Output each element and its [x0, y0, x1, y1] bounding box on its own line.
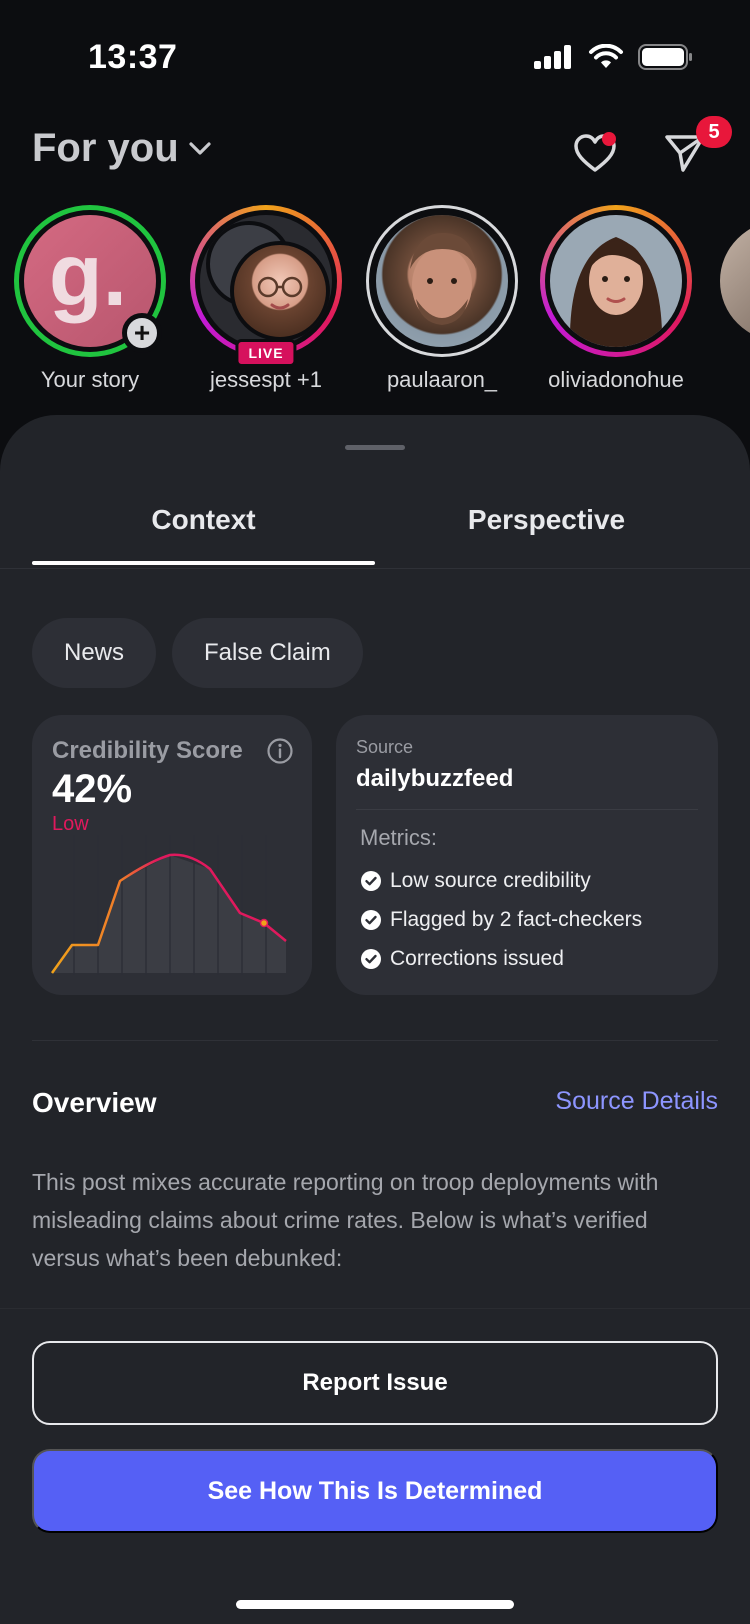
- glasses-icon: [257, 276, 303, 310]
- stories-tray: g. + Your story LIVE jessespt +1 paulaar…: [0, 205, 750, 405]
- story-own[interactable]: g. + Your story: [10, 205, 170, 393]
- story-oliviadonohue[interactable]: oliviadonohue: [536, 205, 696, 393]
- section-divider: [32, 1040, 718, 1041]
- messages-button[interactable]: 5: [660, 116, 732, 178]
- story-paulaaron[interactable]: paulaaron_: [362, 205, 522, 393]
- story-label: paulaaron_: [386, 367, 498, 392]
- story-ring: [540, 205, 692, 357]
- cellular-signal-icon: [534, 45, 571, 69]
- see-how-determined-button[interactable]: See How This Is Determined: [32, 1449, 718, 1533]
- battery-icon: [638, 44, 692, 70]
- status-icons: [534, 44, 694, 70]
- sheet-grabber[interactable]: [345, 445, 405, 450]
- story-ring: [366, 205, 518, 357]
- check-circle-icon: [361, 909, 381, 930]
- activity-dot: [602, 132, 616, 146]
- footer-divider: [0, 1308, 750, 1309]
- tab-context[interactable]: Context: [32, 475, 375, 565]
- metric-item: Low source credibility: [360, 861, 642, 900]
- story-ring: g. +: [14, 205, 166, 357]
- svg-text:g.: g.: [49, 225, 127, 324]
- story-label: jessespt +1: [210, 367, 322, 392]
- source-details-link[interactable]: Source Details: [555, 1087, 718, 1116]
- credibility-card: Credibility Score 42% Low: [32, 715, 312, 995]
- home-indicator: [236, 1600, 514, 1609]
- context-sheet: Context Perspective News False Claim Cre…: [0, 415, 750, 1624]
- metric-item: Corrections issued: [360, 939, 642, 978]
- avatar: [369, 208, 515, 354]
- source-name: dailybuzzfeed: [356, 765, 514, 792]
- story-ring: LIVE: [190, 205, 342, 367]
- sparkline-area: [52, 855, 286, 973]
- chip-false-claim[interactable]: False Claim: [172, 618, 363, 688]
- metric-text: Low source credibility: [390, 868, 591, 892]
- source-card: Source dailybuzzfeed Metrics: Low source…: [336, 715, 718, 995]
- metric-item: Flagged by 2 fact-checkers: [360, 900, 642, 939]
- status-bar: 13:37: [0, 0, 750, 110]
- chip-news[interactable]: News: [32, 618, 157, 688]
- add-story-plus-icon[interactable]: +: [122, 313, 162, 353]
- story-jessespt[interactable]: LIVE jessespt +1: [186, 205, 346, 393]
- credibility-title: Credibility Score: [52, 737, 243, 764]
- metrics-label: Metrics:: [360, 825, 437, 850]
- tab-label: Perspective: [467, 504, 626, 535]
- tab-label: Context: [151, 504, 256, 535]
- avatar: [545, 210, 687, 352]
- metric-text: Corrections issued: [390, 946, 564, 970]
- story-partial[interactable]: [720, 221, 750, 341]
- info-icon[interactable]: [266, 737, 294, 765]
- face-features: [410, 232, 476, 325]
- feed-selector[interactable]: For you: [32, 126, 211, 171]
- sheet-tabs: Context Perspective: [32, 475, 718, 565]
- activity-button[interactable]: [570, 128, 620, 178]
- credibility-level: Low: [52, 813, 89, 835]
- avatar-front: [230, 241, 330, 341]
- overview-title: Overview: [32, 1087, 157, 1118]
- source-divider: [356, 809, 698, 810]
- tab-indicator: [32, 561, 375, 565]
- feed-title: For you: [32, 126, 179, 170]
- messages-badge: 5: [696, 116, 732, 148]
- check-circle-icon: [361, 948, 381, 969]
- story-label: oliviadonohue: [548, 367, 684, 392]
- credibility-value: 42%: [52, 767, 133, 811]
- check-circle-icon: [361, 870, 381, 891]
- source-label: Source: [356, 737, 414, 757]
- live-badge: LIVE: [235, 339, 297, 367]
- sparkline-marker: [259, 918, 269, 928]
- avatar: [195, 210, 337, 352]
- credibility-sparkline: [50, 835, 287, 975]
- tabs-divider: [0, 568, 750, 569]
- wifi-icon: [589, 44, 623, 68]
- face-features: [569, 237, 663, 347]
- overview-text: This post mixes accurate reporting on tr…: [32, 1169, 659, 1271]
- feed-header: For you 5: [0, 116, 750, 200]
- story-label: Your story: [40, 367, 140, 392]
- metric-text: Flagged by 2 fact-checkers: [390, 907, 643, 931]
- chevron-down-icon: [189, 141, 211, 155]
- category-chips: News False Claim: [32, 618, 363, 688]
- report-issue-button[interactable]: Report Issue: [32, 1341, 718, 1425]
- metric-list: Low source credibility Flagged by 2 fact…: [360, 861, 642, 978]
- status-time: 13:37: [88, 38, 178, 76]
- tab-perspective[interactable]: Perspective: [375, 475, 718, 565]
